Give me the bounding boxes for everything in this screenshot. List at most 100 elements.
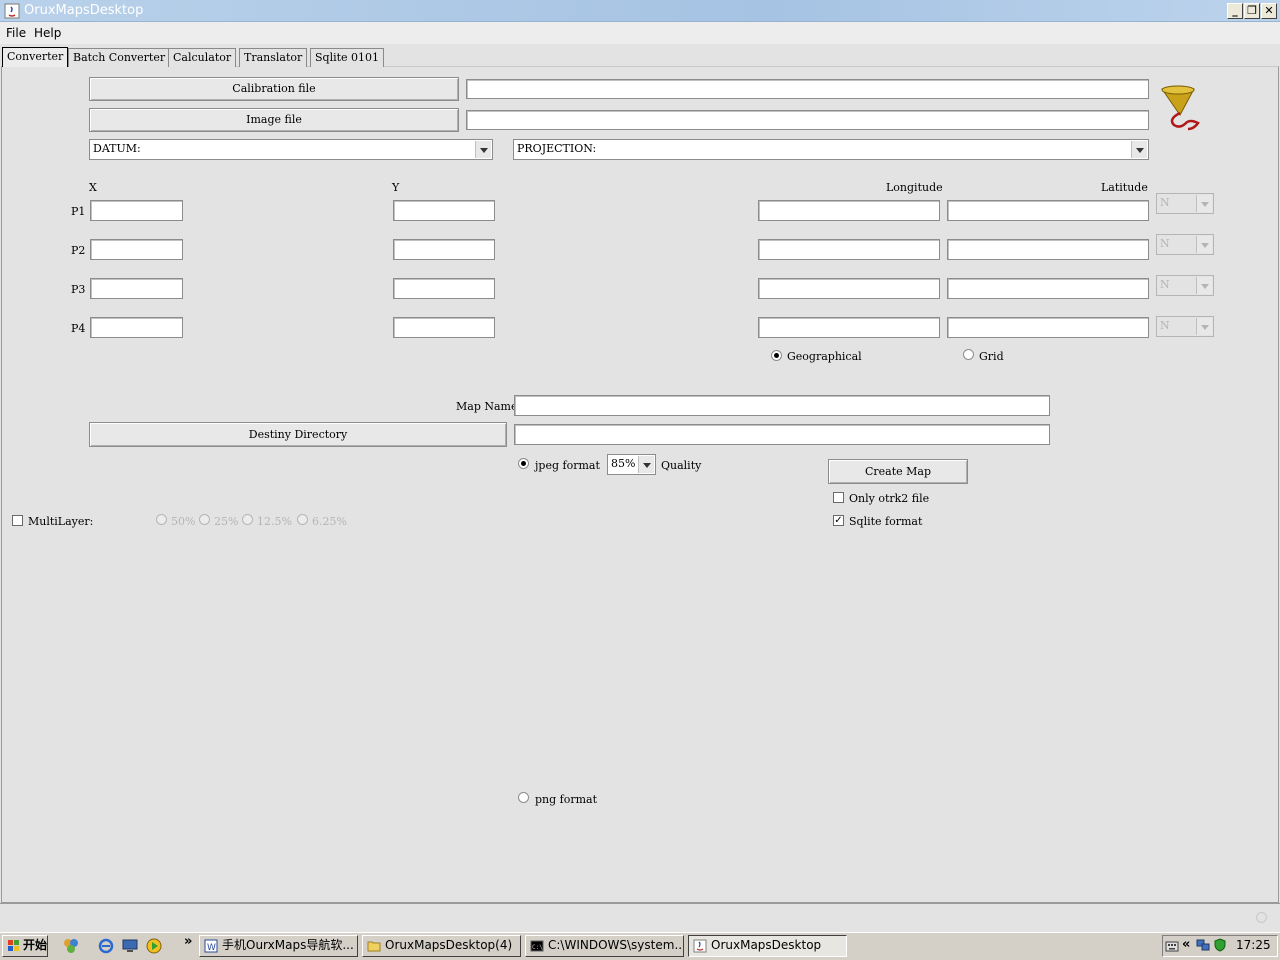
p3-latitude-field[interactable] (947, 278, 1149, 299)
layer-6-25-label: 6.25% (312, 515, 347, 528)
png-format-radio[interactable] (518, 792, 529, 803)
jpeg-format-label: jpeg format (535, 459, 600, 472)
chevron-down-icon (638, 456, 654, 473)
close-button[interactable]: ✕ (1261, 3, 1277, 19)
create-map-button[interactable]: Create Map (828, 459, 968, 484)
calibration-file-button[interactable]: Calibration file (89, 77, 459, 101)
start-label: 开始 (23, 938, 48, 952)
taskbar-item[interactable]: C:\ C:\WINDOWS\system... (525, 935, 684, 957)
console-icon: C:\ (530, 939, 544, 953)
menu-help[interactable]: Help (34, 26, 61, 40)
tab-sqlite[interactable]: Sqlite 0101 (310, 48, 385, 67)
taskbar-item[interactable]: W 手机OurxMaps导航软... (199, 935, 358, 957)
clock[interactable]: 17:25 (1236, 938, 1271, 952)
p2-latitude-field[interactable] (947, 239, 1149, 260)
taskbar-item-label: C:\WINDOWS\system... (548, 938, 684, 952)
image-file-button[interactable]: Image file (89, 108, 459, 132)
datum-label: DATUM: (93, 142, 141, 155)
hemisphere-value: N (1160, 319, 1170, 332)
tab-calculator[interactable]: Calculator (168, 48, 237, 67)
chevron-down-icon (475, 141, 491, 158)
p3-x-field[interactable] (90, 278, 183, 299)
quicklaunch-app-icon[interactable] (62, 937, 80, 955)
sqlite-format-checkbox[interactable]: ✓ (833, 515, 844, 526)
p3-hemisphere-select[interactable]: N (1156, 275, 1214, 296)
chevron-down-icon (1196, 318, 1212, 335)
p4-hemisphere-select[interactable]: N (1156, 316, 1214, 337)
sqlite-format-label: Sqlite format (849, 515, 923, 528)
window-title: OruxMapsDesktop (24, 3, 144, 18)
show-desktop-icon[interactable] (121, 938, 139, 954)
layer-12-5-radio[interactable] (242, 514, 253, 525)
p3-y-field[interactable] (393, 278, 495, 299)
minimize-button[interactable]: _ (1227, 3, 1243, 19)
ie-icon[interactable] (98, 938, 114, 954)
layer-6-25-radio[interactable] (297, 514, 308, 525)
grid-radio[interactable] (963, 349, 974, 360)
p2-y-field[interactable] (393, 239, 495, 260)
p3-longitude-field[interactable] (758, 278, 940, 299)
network-icon[interactable] (1196, 938, 1210, 952)
projection-label: PROJECTION: (517, 142, 597, 155)
layer-50-radio[interactable] (156, 514, 167, 525)
chevron-left-icon[interactable]: « (1182, 937, 1190, 952)
taskbar-item-label: OruxMapsDesktop(4) (385, 938, 513, 952)
p4-longitude-field[interactable] (758, 317, 940, 338)
taskbar-item-label: OruxMapsDesktop (711, 938, 822, 952)
destiny-directory-button[interactable]: Destiny Directory (89, 422, 507, 447)
resize-grip-icon[interactable] (1256, 912, 1267, 923)
media-player-icon[interactable] (146, 938, 162, 954)
p2-x-field[interactable] (90, 239, 183, 260)
layer-25-label: 25% (214, 515, 239, 528)
point-label: P2 (71, 244, 86, 257)
only-otrk2-checkbox[interactable] (833, 492, 844, 503)
start-button[interactable]: 开始 (2, 935, 48, 957)
calibration-file-field[interactable] (466, 79, 1149, 99)
quality-value: 85% (611, 457, 636, 470)
p1-hemisphere-select[interactable]: N (1156, 193, 1214, 214)
datum-select[interactable]: DATUM: (89, 139, 493, 160)
quality-label: Quality (661, 459, 702, 472)
destiny-directory-field[interactable] (514, 424, 1050, 445)
tab-translator[interactable]: Translator (239, 48, 308, 67)
chevron-right-icon[interactable]: » (184, 934, 192, 949)
geographical-radio[interactable] (771, 350, 782, 361)
layer-12-5-label: 12.5% (257, 515, 292, 528)
p4-x-field[interactable] (90, 317, 183, 338)
p1-x-field[interactable] (90, 200, 183, 221)
only-otrk2-label: Only otrk2 file (849, 492, 930, 505)
converter-panel (1, 66, 1279, 903)
menu-file[interactable]: File (6, 26, 26, 40)
taskbar-item[interactable]: OruxMapsDesktop (688, 935, 847, 957)
latitude-header: Latitude (1101, 181, 1148, 194)
security-shield-icon[interactable] (1213, 938, 1227, 952)
taskbar-item[interactable]: OruxMapsDesktop(4) (362, 935, 521, 957)
multilayer-checkbox[interactable] (12, 515, 23, 526)
tab-batch-converter[interactable]: Batch Converter (68, 48, 171, 67)
p2-longitude-field[interactable] (758, 239, 940, 260)
quality-select[interactable]: 85% (607, 454, 656, 475)
map-name-label: Map Name (456, 400, 518, 413)
map-name-field[interactable] (514, 395, 1050, 416)
p1-longitude-field[interactable] (758, 200, 940, 221)
longitude-header: Longitude (886, 181, 943, 194)
grid-label: Grid (979, 350, 1004, 363)
point-label: P4 (71, 322, 86, 335)
keyboard-icon[interactable] (1165, 939, 1179, 953)
svg-text:W: W (207, 943, 216, 953)
p2-hemisphere-select[interactable]: N (1156, 234, 1214, 255)
chevron-down-icon (1196, 277, 1212, 294)
jpeg-format-radio[interactable] (518, 458, 529, 469)
projection-select[interactable]: PROJECTION: (513, 139, 1149, 160)
tab-converter[interactable]: Converter (2, 47, 69, 67)
chevron-down-icon (1131, 141, 1147, 158)
restore-button[interactable]: ❐ (1244, 3, 1260, 19)
p1-y-field[interactable] (393, 200, 495, 221)
title-bar (0, 0, 1280, 22)
svg-text:C:\: C:\ (532, 944, 543, 951)
p4-latitude-field[interactable] (947, 317, 1149, 338)
image-file-field[interactable] (466, 110, 1149, 130)
p4-y-field[interactable] (393, 317, 495, 338)
p1-latitude-field[interactable] (947, 200, 1149, 221)
layer-25-radio[interactable] (199, 514, 210, 525)
